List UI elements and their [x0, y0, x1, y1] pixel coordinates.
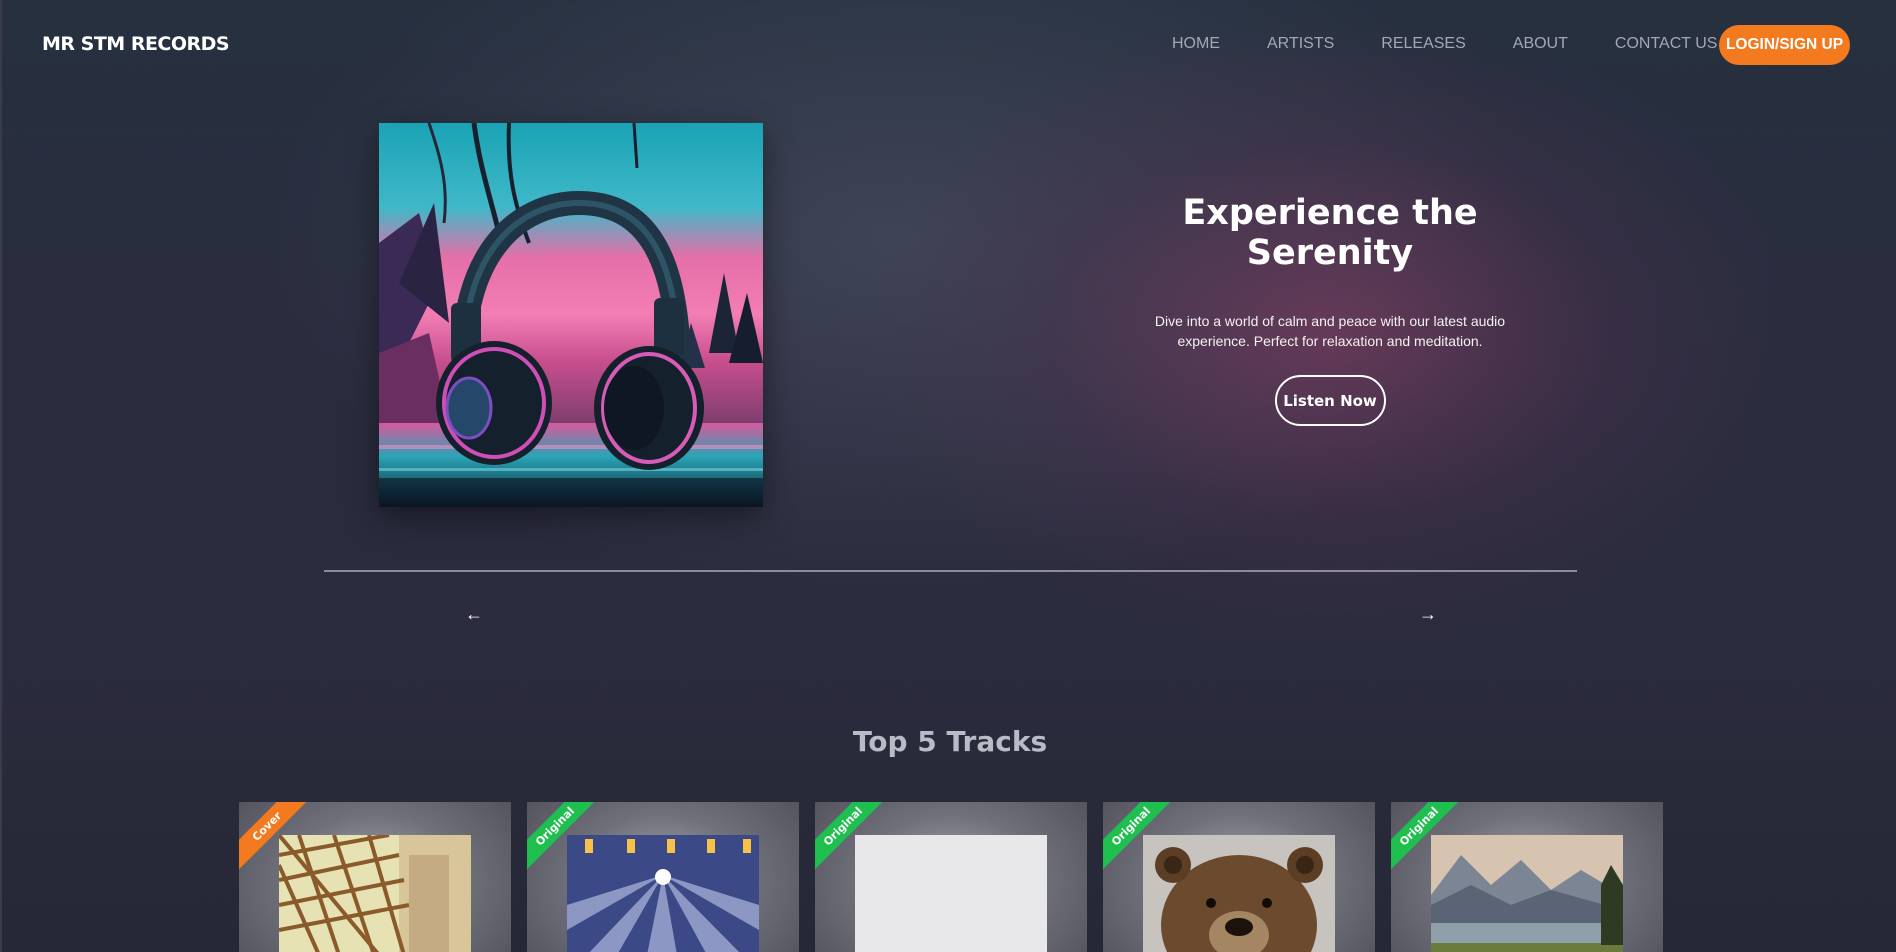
nav-artists[interactable]: ARTISTS	[1267, 35, 1334, 53]
nav-releases[interactable]: RELEASES	[1381, 35, 1465, 53]
hero-title: Experience the Serenity	[1182, 193, 1478, 273]
track-card[interactable]: Original	[1391, 802, 1663, 952]
track-tag-ribbon: Original	[815, 802, 885, 872]
main-nav: HOME ARTISTS RELEASES ABOUT CONTACT US	[1172, 35, 1717, 53]
top-tracks-list: Cover Original Original Original Origina…	[239, 802, 1663, 952]
original-tag: Original	[1391, 802, 1461, 870]
original-tag: Original	[527, 802, 597, 870]
track-tag-ribbon: Original	[1103, 802, 1173, 872]
track-card[interactable]: Cover	[239, 802, 511, 952]
top-tracks-title: Top 5 Tracks	[852, 725, 1048, 758]
carousel-divider	[324, 570, 1577, 572]
site-logo[interactable]: MR STM RECORDS	[42, 33, 230, 55]
cover-tag: Cover	[239, 802, 309, 870]
nav-contact-us[interactable]: CONTACT US	[1615, 35, 1718, 53]
carousel-next-arrow-icon[interactable]: →	[1419, 604, 1437, 625]
track-tag-ribbon: Original	[527, 802, 597, 872]
track-tag-ribbon: Cover	[239, 802, 309, 872]
track-card[interactable]: Original	[1103, 802, 1375, 952]
login-signup-button[interactable]: LOGIN/SIGN UP	[1719, 25, 1850, 65]
original-tag: Original	[1103, 802, 1173, 870]
hero-description: Dive into a world of calm and peace with…	[1154, 313, 1506, 349]
track-tag-ribbon: Original	[1391, 802, 1461, 872]
listen-now-button[interactable]: Listen Now	[1274, 375, 1386, 426]
nav-about[interactable]: ABOUT	[1513, 35, 1568, 53]
track-card[interactable]: Original	[815, 802, 1087, 952]
track-card[interactable]: Original	[527, 802, 799, 952]
original-tag: Original	[815, 802, 885, 870]
hero-content: Experience the Serenity Dive into a worl…	[1130, 193, 1530, 426]
site-header: MR STM RECORDS HOME ARTISTS RELEASES ABO…	[0, 0, 1896, 90]
carousel-prev-arrow-icon[interactable]: ←	[465, 604, 483, 625]
hero-album-art	[379, 123, 763, 507]
nav-home[interactable]: HOME	[1172, 35, 1220, 53]
